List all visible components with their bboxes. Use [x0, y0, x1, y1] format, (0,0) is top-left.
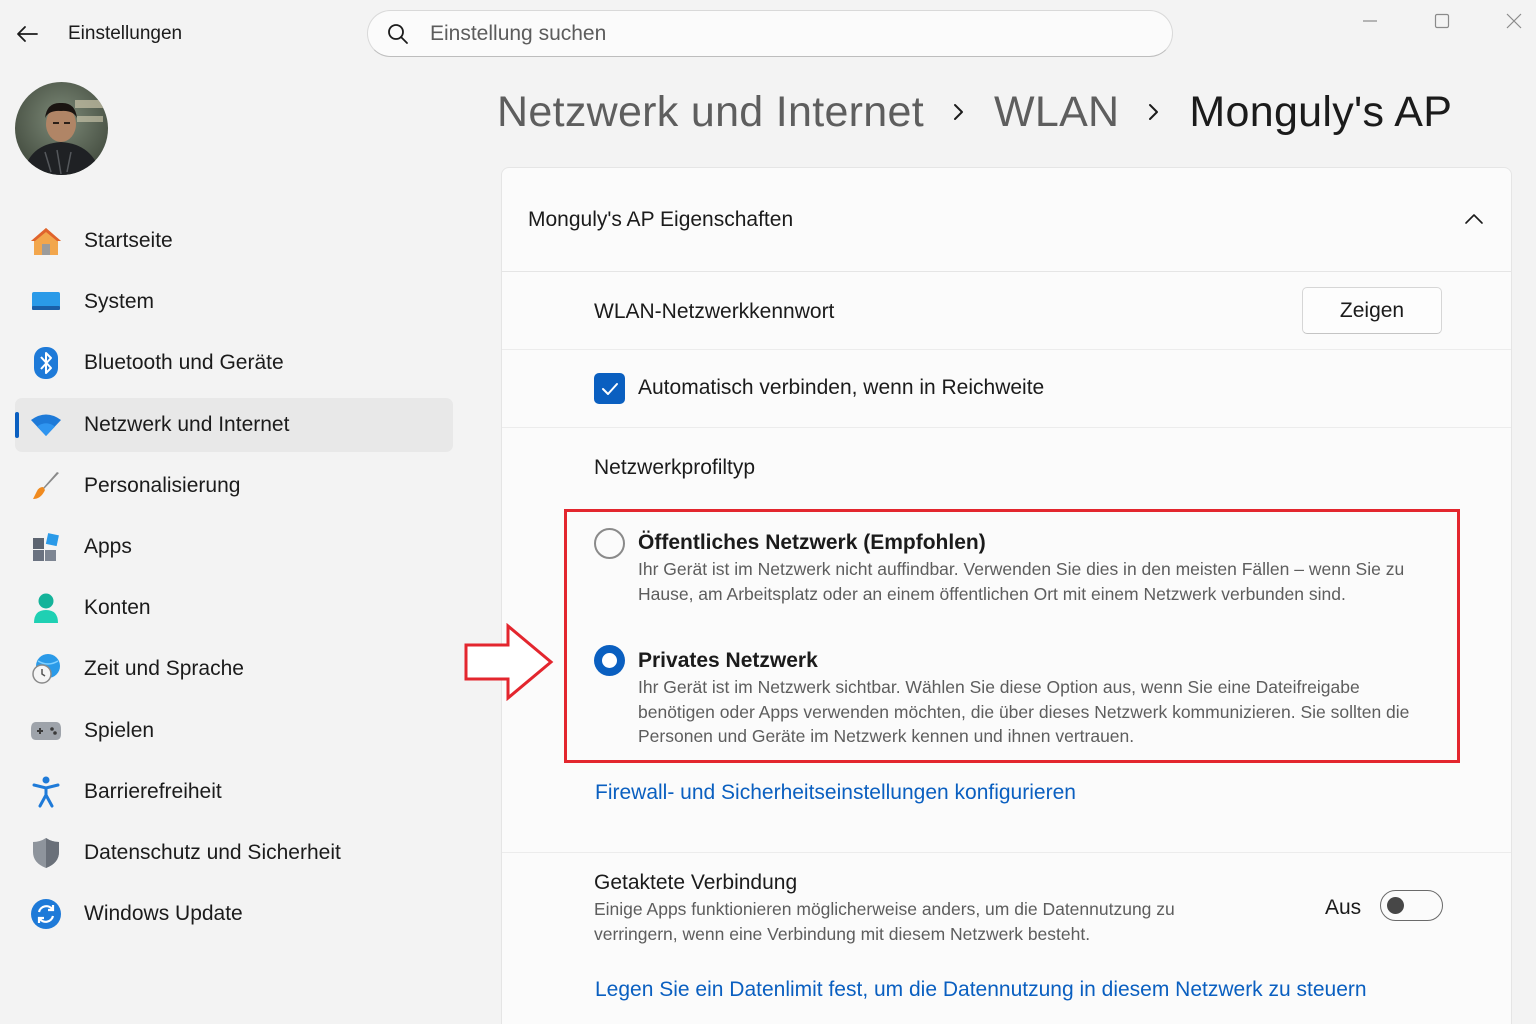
metered-toggle-state: Aus: [1325, 896, 1362, 919]
sidebar-item-label: Zeit und Sprache: [84, 657, 244, 681]
public-network-radio[interactable]: [594, 528, 625, 559]
chevron-right-icon: [1119, 92, 1189, 132]
avatar[interactable]: [15, 82, 108, 175]
show-password-button[interactable]: Zeigen: [1302, 287, 1442, 334]
sidebar-item-label: Bluetooth und Geräte: [84, 351, 284, 375]
wifi-icon: [29, 408, 63, 442]
chevron-right-icon: [924, 92, 994, 132]
sidebar-item-label: Konten: [84, 596, 151, 620]
properties-expander[interactable]: Monguly's AP Eigenschaften: [502, 168, 1511, 272]
breadcrumb-item-netzwerk[interactable]: Netzwerk und Internet: [497, 88, 924, 137]
minimize-icon: [1363, 20, 1377, 22]
properties-card: Monguly's AP Eigenschaften WLAN-Netzwerk…: [501, 167, 1512, 1024]
chevron-up-icon: [1465, 214, 1483, 224]
annotation-arrow-icon: [464, 623, 554, 701]
checkmark-icon: [601, 382, 618, 395]
shield-icon: [29, 836, 63, 870]
maximize-icon: [1434, 13, 1450, 29]
breadcrumb: Netzwerk und Internet WLAN Monguly's AP: [497, 82, 1452, 142]
bluetooth-icon: [29, 346, 63, 380]
arrow-left-icon: [17, 26, 38, 42]
divider: [502, 349, 1511, 350]
search-box[interactable]: [367, 10, 1173, 57]
sidebar-item-startseite[interactable]: Startseite: [15, 214, 453, 268]
sidebar-item-zeit-sprache[interactable]: Zeit und Sprache: [15, 642, 453, 696]
public-network-title: Öffentliches Netzwerk (Empfohlen): [638, 531, 986, 554]
app-title: Einstellungen: [68, 23, 183, 44]
gamepad-icon: [29, 714, 63, 748]
apps-icon: [29, 530, 63, 564]
sidebar-item-label: Personalisierung: [84, 473, 241, 497]
minimize-button[interactable]: [1350, 6, 1390, 36]
sidebar-item-apps[interactable]: Apps: [15, 520, 453, 574]
sidebar-item-spielen[interactable]: Spielen: [15, 704, 453, 758]
sidebar-item-netzwerk[interactable]: Netzwerk und Internet: [15, 397, 453, 452]
sidebar-item-label: Netzwerk und Internet: [84, 412, 290, 436]
sidebar-item-label: Apps: [84, 534, 132, 558]
breadcrumb-item-wlan[interactable]: WLAN: [994, 88, 1119, 137]
auto-connect-checkbox[interactable]: [594, 373, 625, 404]
metered-connection-description: Einige Apps funktionieren möglicherweise…: [594, 899, 1175, 944]
radio-dot: [602, 653, 617, 668]
private-network-title: Privates Netzwerk: [638, 649, 818, 672]
back-button[interactable]: [12, 20, 42, 48]
sidebar-item-label: Startseite: [84, 229, 173, 252]
sidebar-nav: Startseite System Bluetooth und Geräte N…: [15, 214, 453, 948]
account-icon: [29, 591, 63, 625]
toggle-knob: [1387, 897, 1404, 914]
divider: [502, 852, 1511, 853]
clock-globe-icon: [29, 652, 63, 686]
password-label: WLAN-Netzwerkkennwort: [594, 300, 835, 323]
close-icon: [1506, 13, 1522, 29]
maximize-button[interactable]: [1422, 6, 1462, 36]
sidebar-item-windows-update[interactable]: Windows Update: [15, 887, 453, 941]
metered-connection-title: Getaktete Verbindung: [594, 871, 798, 894]
sidebar-item-datenschutz[interactable]: Datenschutz und Sicherheit: [15, 826, 453, 880]
home-icon: [29, 224, 63, 258]
sidebar-item-label: Windows Update: [84, 902, 243, 926]
sidebar-item-label: Datenschutz und Sicherheit: [84, 840, 341, 864]
metered-connection-toggle[interactable]: [1380, 890, 1443, 921]
profile-type-title: Netzwerkprofiltyp: [594, 456, 756, 479]
sidebar-item-barrierefreiheit[interactable]: Barrierefreiheit: [15, 765, 453, 819]
private-network-radio[interactable]: [594, 645, 625, 676]
search-icon: [386, 22, 410, 46]
page-title: Monguly's AP: [1189, 87, 1453, 136]
firewall-settings-link[interactable]: Firewall- und Sicherheitseinstellungen k…: [595, 781, 1076, 805]
search-input[interactable]: [430, 21, 1130, 46]
auto-connect-label: Automatisch verbinden, wenn in Reichweit…: [638, 376, 1045, 399]
public-network-description: Ihr Gerät ist im Netzwerk nicht auffindb…: [638, 559, 1405, 604]
close-button[interactable]: [1494, 6, 1534, 36]
sidebar-item-bluetooth[interactable]: Bluetooth und Geräte: [15, 336, 453, 390]
sidebar-item-system[interactable]: System: [15, 275, 453, 329]
update-icon: [29, 897, 63, 931]
private-network-description: Ihr Gerät ist im Netzwerk sichtbar. Wähl…: [638, 677, 1410, 746]
accessibility-icon: [29, 775, 63, 809]
sidebar-item-label: Spielen: [84, 718, 155, 742]
system-icon: [29, 285, 63, 319]
card-title: Monguly's AP Eigenschaften: [528, 207, 794, 231]
divider: [502, 427, 1511, 428]
sidebar-item-personalisierung[interactable]: Personalisierung: [15, 459, 453, 513]
profile-photo: [15, 82, 108, 175]
sidebar-item-label: Barrierefreiheit: [84, 779, 222, 803]
sidebar-item-konten[interactable]: Konten: [15, 581, 453, 635]
sidebar-item-label: System: [84, 290, 155, 314]
data-limit-link[interactable]: Legen Sie ein Datenlimit fest, um die Da…: [595, 978, 1367, 1002]
brush-icon: [29, 469, 63, 503]
